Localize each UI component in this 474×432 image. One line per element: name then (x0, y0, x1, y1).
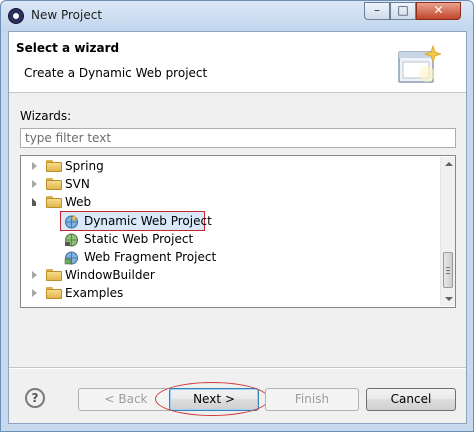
folder-icon (46, 160, 62, 172)
tree-item-label: Examples (65, 286, 124, 300)
dynamic-web-project-icon (65, 214, 79, 229)
folder-icon (46, 269, 62, 281)
dialog-client-area: Select a wizard Create a Dynamic Web pro… (8, 31, 467, 424)
folder-open-icon (46, 196, 62, 208)
wizard-window-sparkle-icon (398, 44, 441, 83)
window-title: New Project (31, 8, 103, 22)
finish-button[interactable]: Finish (265, 388, 359, 411)
tree-scrollbar[interactable] (440, 157, 455, 306)
filter-input[interactable] (20, 128, 456, 148)
minimize-button[interactable]: – (364, 2, 390, 20)
tree-item-label: Web Fragment Project (84, 250, 217, 264)
tree-item-label: Web (65, 195, 92, 209)
static-web-project-icon (65, 233, 78, 247)
banner-description: Create a Dynamic Web project (24, 66, 208, 80)
next-button-highlight-ellipse (155, 382, 269, 416)
new-project-dialog: New Project – □ ✕ Select a wizard Create… (0, 0, 474, 432)
expand-arrow-icon[interactable] (32, 271, 37, 279)
close-button[interactable]: ✕ (416, 2, 461, 20)
banner-title: Select a wizard (16, 41, 120, 55)
maximize-button[interactable]: □ (390, 2, 416, 20)
scroll-down-arrow-icon[interactable] (445, 297, 453, 301)
cancel-button[interactable]: Cancel (366, 388, 456, 411)
tree-item-label: SVN (65, 177, 90, 191)
button-bar-separator (9, 367, 466, 368)
expand-arrow-icon[interactable] (32, 289, 37, 297)
tree-item-label: Spring (65, 159, 104, 173)
expand-arrow-icon[interactable] (32, 162, 37, 170)
tree-item-label: Dynamic Web Project (84, 214, 212, 228)
folder-icon (46, 178, 62, 190)
scroll-up-arrow-icon[interactable] (445, 162, 453, 166)
wizard-tree[interactable]: Spring SVN Web Dynamic Web Project Stati… (20, 155, 456, 308)
collapse-arrow-icon[interactable] (32, 198, 36, 206)
web-fragment-project-icon (64, 251, 78, 265)
help-icon[interactable]: ? (25, 388, 45, 408)
scrollbar-thumb[interactable] (443, 252, 453, 288)
folder-icon (46, 287, 62, 299)
wizard-banner: Select a wizard Create a Dynamic Web pro… (9, 32, 466, 93)
expand-arrow-icon[interactable] (32, 180, 37, 188)
tree-item-label: Static Web Project (84, 232, 194, 246)
tree-item-label: WindowBuilder (65, 268, 155, 282)
title-bar[interactable]: New Project – □ ✕ (1, 1, 473, 31)
wizards-label: Wizards: (20, 109, 72, 123)
eclipse-icon (8, 8, 24, 24)
